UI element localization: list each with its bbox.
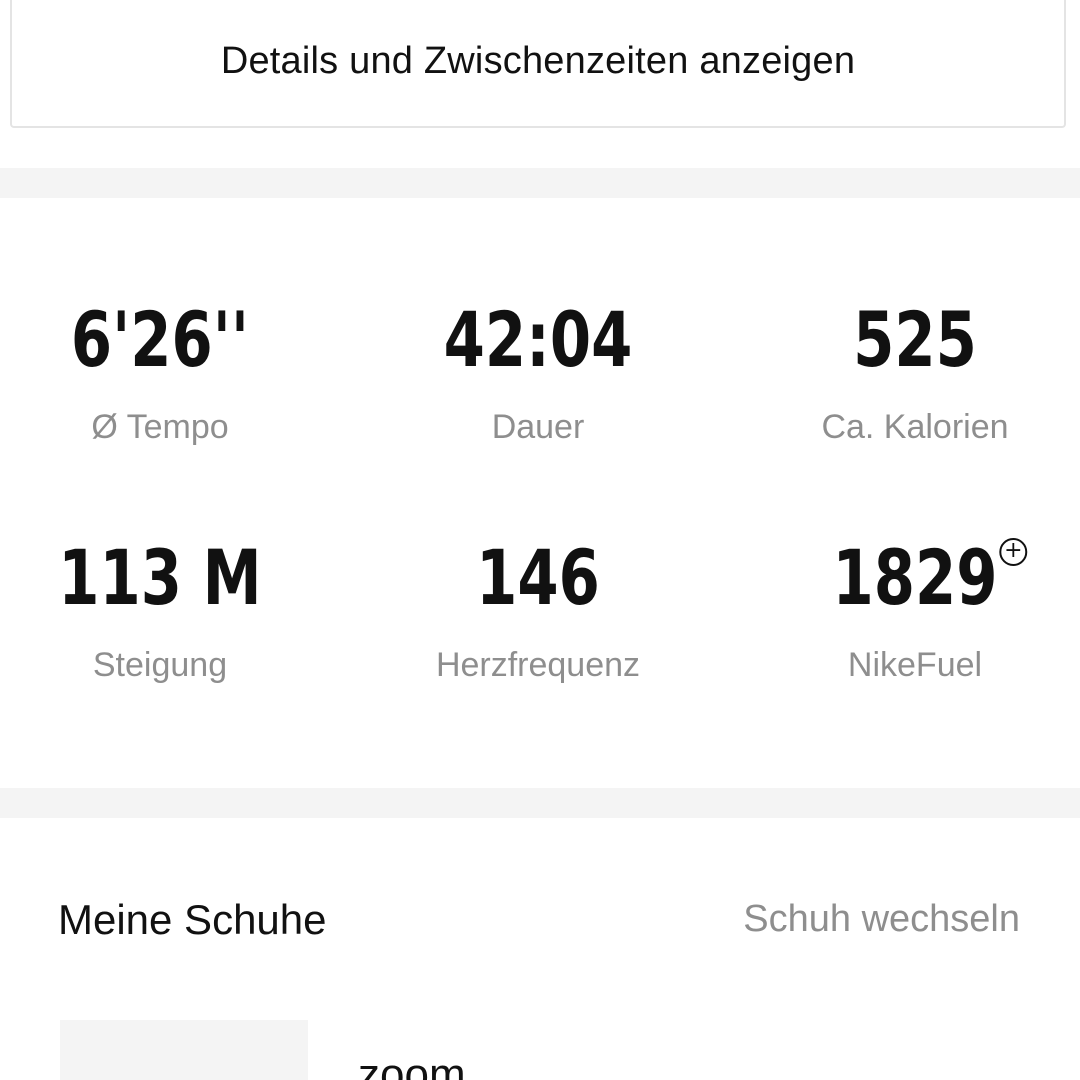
- duration-value: 42:04: [443, 295, 633, 384]
- stat-calories: 525 Ca. Kalorien: [735, 302, 1080, 447]
- fuel-plus-icon: +: [999, 538, 1028, 566]
- my-shoes-title: Meine Schuhe: [58, 896, 327, 943]
- stat-nikefuel: 1829 + NikeFuel: [735, 538, 1080, 685]
- stats-grid: 6'26'' Ø Tempo 42:04 Dauer 525 Ca. Kalor…: [0, 198, 1080, 788]
- shoe-name: zoom: [358, 1050, 466, 1080]
- calories-value: 525: [853, 295, 977, 384]
- calories-label: Ca. Kalorien: [821, 408, 1009, 446]
- elevation-label: Steigung: [92, 646, 228, 684]
- pace-label: Ø Tempo: [91, 408, 229, 446]
- nikefuel-value-wrap: 1829 +: [775, 538, 1056, 616]
- nikefuel-label: NikeFuel: [847, 646, 983, 684]
- activity-summary-screen: Details und Zwischenzeiten anzeigen 6'26…: [0, 0, 1080, 1080]
- show-details-splits-button[interactable]: Details und Zwischenzeiten anzeigen: [10, 0, 1066, 128]
- elevation-value: 113 M: [58, 533, 262, 622]
- stat-pace: 6'26'' Ø Tempo: [0, 302, 340, 447]
- section-divider: [0, 168, 1080, 198]
- stat-elevation: 113 M Steigung: [0, 540, 340, 685]
- pace-value: 6'26'': [70, 295, 250, 384]
- stat-heart-rate: 146 Herzfrequenz: [358, 540, 718, 685]
- heart-rate-value: 146: [476, 533, 600, 622]
- nikefuel-value-group: 1829 +: [833, 538, 1028, 616]
- change-shoe-link[interactable]: Schuh wechseln: [743, 898, 1020, 941]
- duration-label: Dauer: [491, 408, 585, 446]
- heart-rate-label: Herzfrequenz: [435, 646, 641, 684]
- stat-duration: 42:04 Dauer: [358, 302, 718, 447]
- section-divider: [0, 788, 1080, 818]
- details-button-label: Details und Zwischenzeiten anzeigen: [220, 39, 856, 82]
- nikefuel-value: 1829: [832, 533, 998, 622]
- shoe-image: [60, 1020, 308, 1080]
